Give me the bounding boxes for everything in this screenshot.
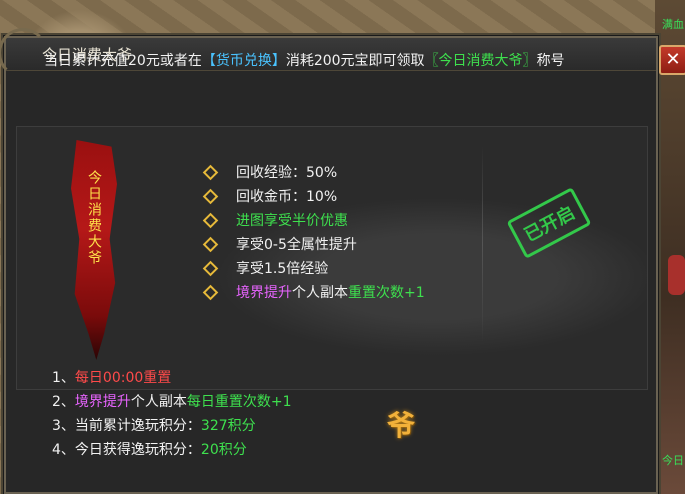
notes-list: 1、每日00:00重置 2、境界提升个人副本每日重置次数+1 3、当前累计逸玩积… bbox=[52, 366, 292, 462]
note-number: 3、 bbox=[52, 418, 75, 434]
world-object bbox=[668, 255, 685, 295]
perk-dungeon-text: 个人副本 bbox=[292, 285, 348, 301]
note-text: 每日00:00重置 bbox=[74, 370, 172, 386]
world-label-bottom: 今日 bbox=[662, 454, 684, 467]
perk-text: 进图享受半价优惠 bbox=[236, 213, 348, 229]
perk-item: 享受1.5倍经验 bbox=[202, 256, 425, 280]
note-realm-text: 境界提升 bbox=[74, 394, 131, 410]
perk-text: 回收金币：10% bbox=[236, 189, 338, 205]
currency-exchange-link[interactable]: 【货币兑换】 bbox=[202, 53, 286, 69]
note-number: 4、 bbox=[52, 442, 75, 458]
info-suffix: 称号 bbox=[536, 53, 565, 69]
note-item: 2、境界提升个人副本每日重置次数+1 bbox=[52, 390, 292, 414]
note-number: 2、 bbox=[52, 394, 75, 410]
perk-text: 享受0-5全属性提升 bbox=[236, 237, 357, 253]
perk-item: 回收金币：10% bbox=[202, 184, 425, 208]
note-label: 今日获得逸玩积分： bbox=[74, 442, 201, 458]
perk-text: 享受1.5倍经验 bbox=[236, 261, 329, 277]
today-points-value: 20积分 bbox=[200, 442, 247, 458]
note-number: 1、 bbox=[52, 370, 75, 386]
diamond-bullet-icon bbox=[202, 260, 219, 276]
diamond-bullet-icon bbox=[202, 164, 219, 180]
perk-reset-text: 重置次数+1 bbox=[348, 285, 425, 301]
note-item: 1、每日00:00重置 bbox=[52, 366, 292, 390]
perk-item: 进图享受半价优惠 bbox=[202, 208, 425, 232]
info-line: 当日累计充值20元或者在【货币兑换】消耗200元宝即可领取〖今日消费大爷〗称号 bbox=[44, 50, 565, 70]
close-button[interactable]: ✕ bbox=[659, 45, 685, 75]
diamond-bullet-icon bbox=[202, 284, 219, 300]
corner-ornament-icon bbox=[0, 28, 48, 78]
info-middle: 消耗200元宝即可领取 bbox=[285, 53, 425, 69]
diamond-bullet-icon bbox=[202, 212, 219, 228]
total-points-value: 327积分 bbox=[200, 418, 256, 434]
info-prefix: 当日累计充值20元或者在 bbox=[44, 53, 202, 69]
note-item: 3、当前累计逸玩积分：327积分 bbox=[52, 414, 292, 438]
world-label-top: 满血 bbox=[662, 18, 684, 31]
note-label: 当前累计逸玩积分： bbox=[74, 418, 201, 434]
perk-item: 境界提升 个人副本 重置次数+1 bbox=[202, 280, 425, 304]
banner-title: 今日消费大爷 bbox=[86, 170, 102, 266]
perk-text: 回收经验：50% bbox=[236, 165, 338, 181]
perk-realm-text: 境界提升 bbox=[236, 285, 292, 301]
note-dungeon-text: 个人副本 bbox=[130, 394, 187, 410]
perk-item: 享受0-5全属性提升 bbox=[202, 232, 425, 256]
diamond-bullet-icon bbox=[202, 188, 219, 204]
close-icon: ✕ bbox=[665, 49, 681, 70]
ye-title-icon: 爷 bbox=[386, 409, 415, 442]
note-item: 4、今日获得逸玩积分：20积分 bbox=[52, 438, 292, 462]
title-badge-text: 〖今日消费大爷〗 bbox=[424, 53, 537, 69]
perk-item: 回收经验：50% bbox=[202, 160, 425, 184]
perk-list: 回收经验：50% 回收金币：10% 进图享受半价优惠 享受0-5全属性提升 享受… bbox=[202, 160, 425, 304]
diamond-bullet-icon bbox=[202, 236, 219, 252]
note-reset-text: 每日重置次数+1 bbox=[186, 394, 292, 410]
divider bbox=[482, 146, 483, 342]
